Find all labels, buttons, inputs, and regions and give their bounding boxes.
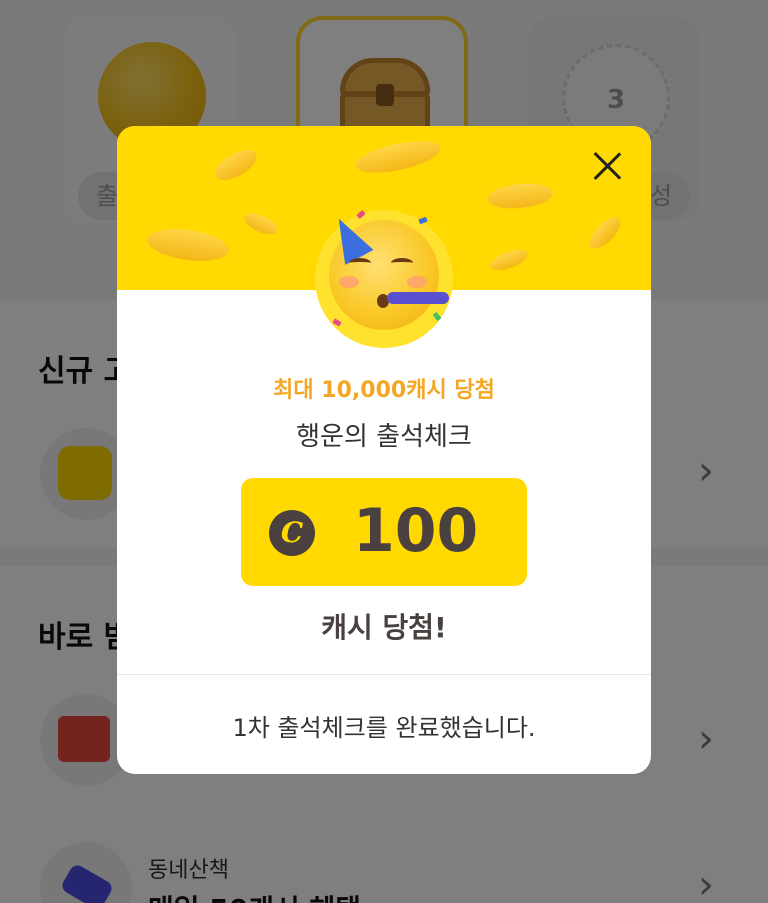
completion-message: 1차 출석체크를 완료했습니다. (232, 714, 536, 742)
event-name: 행운의 출석체크 (296, 422, 472, 452)
gold-coin-decoration (210, 143, 262, 187)
gold-coin-decoration (353, 135, 443, 179)
prize-amount: 100 (353, 496, 479, 566)
win-message: 캐시 당첨! (321, 611, 447, 644)
close-button[interactable] (587, 146, 627, 186)
gold-coin-decoration (487, 245, 531, 275)
cash-coin-icon: C (269, 510, 315, 556)
gold-coin-decoration (241, 209, 281, 239)
max-prize-headline: 최대 10,000캐시 당첨 (273, 378, 495, 403)
attendance-reward-dialog: 최대 10,000캐시 당첨 행운의 출석체크 C 100 캐시 당첨! 1차 … (117, 126, 651, 774)
gold-coin-decoration (584, 212, 626, 254)
gold-coin-decoration (485, 180, 555, 212)
prize-amount-box: C 100 (241, 478, 527, 586)
dialog-divider (117, 674, 651, 675)
party-face-icon (315, 210, 453, 348)
gold-coin-decoration (145, 224, 231, 266)
